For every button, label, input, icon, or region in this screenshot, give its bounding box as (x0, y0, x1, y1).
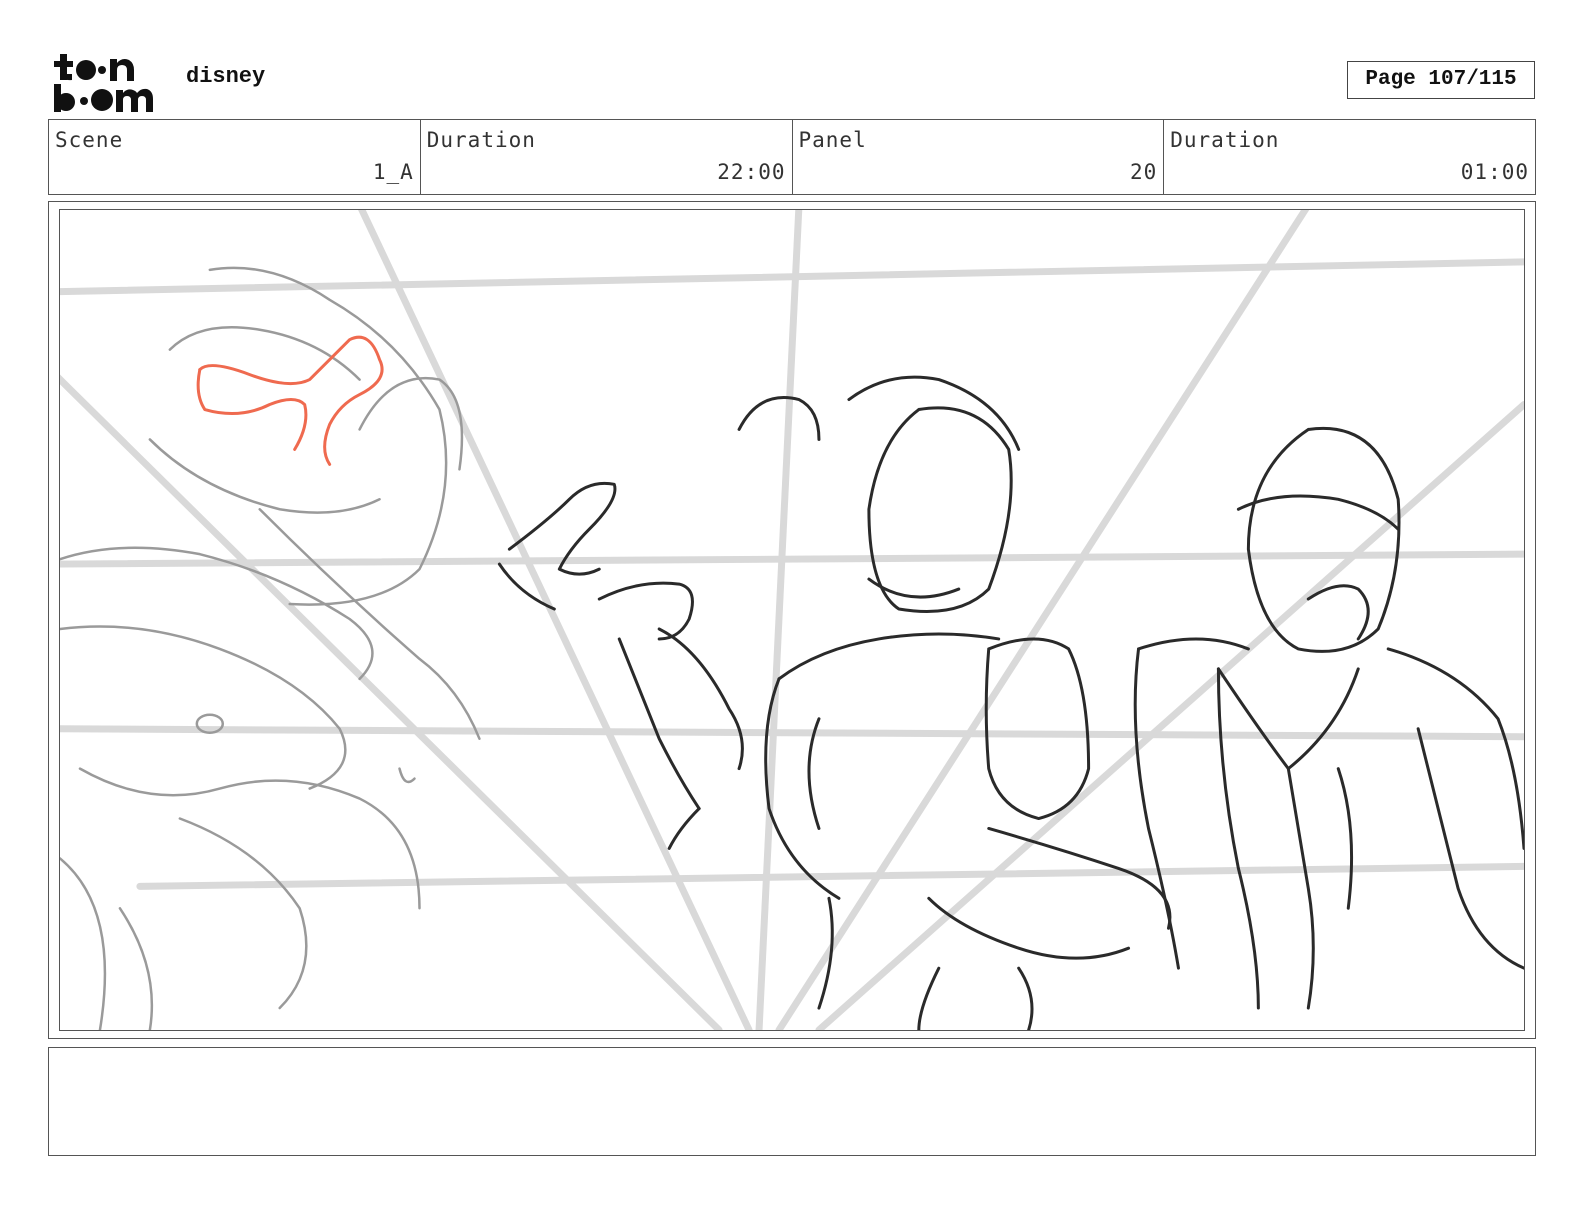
panel-label: Panel (798, 128, 867, 152)
storyboard-panel-frame (48, 201, 1536, 1039)
panel-info-row: Scene 1_A Duration 22:00 Panel 20 Durati… (48, 119, 1536, 195)
scene-value: 1_A (372, 160, 414, 184)
panel-duration-value: 01:00 (1460, 160, 1529, 184)
panel-notes-box (48, 1047, 1536, 1156)
hand-with-object-sketch (497, 481, 744, 850)
panel-cell: Panel 20 (793, 120, 1165, 194)
storyboard-panel-image (59, 209, 1525, 1031)
page-number: Page 107/115 (1347, 61, 1535, 99)
right-figure-sketch (1133, 426, 1524, 1010)
scene-cell: Scene 1_A (49, 120, 421, 194)
toon-boom-logo (50, 50, 166, 114)
scene-label: Scene (55, 128, 124, 152)
panel-value: 20 (1129, 160, 1158, 184)
scene-duration-cell: Duration 22:00 (421, 120, 793, 194)
scene-duration-label: Duration (426, 128, 536, 152)
middle-figure-sketch (737, 375, 1172, 1030)
panel-duration-cell: Duration 01:00 (1164, 120, 1535, 194)
accent-sketch (196, 335, 384, 466)
scene-duration-value: 22:00 (717, 160, 786, 184)
project-name: disney (186, 64, 266, 89)
panel-duration-label: Duration (1170, 128, 1280, 152)
sketch-drawing (60, 210, 1524, 1030)
